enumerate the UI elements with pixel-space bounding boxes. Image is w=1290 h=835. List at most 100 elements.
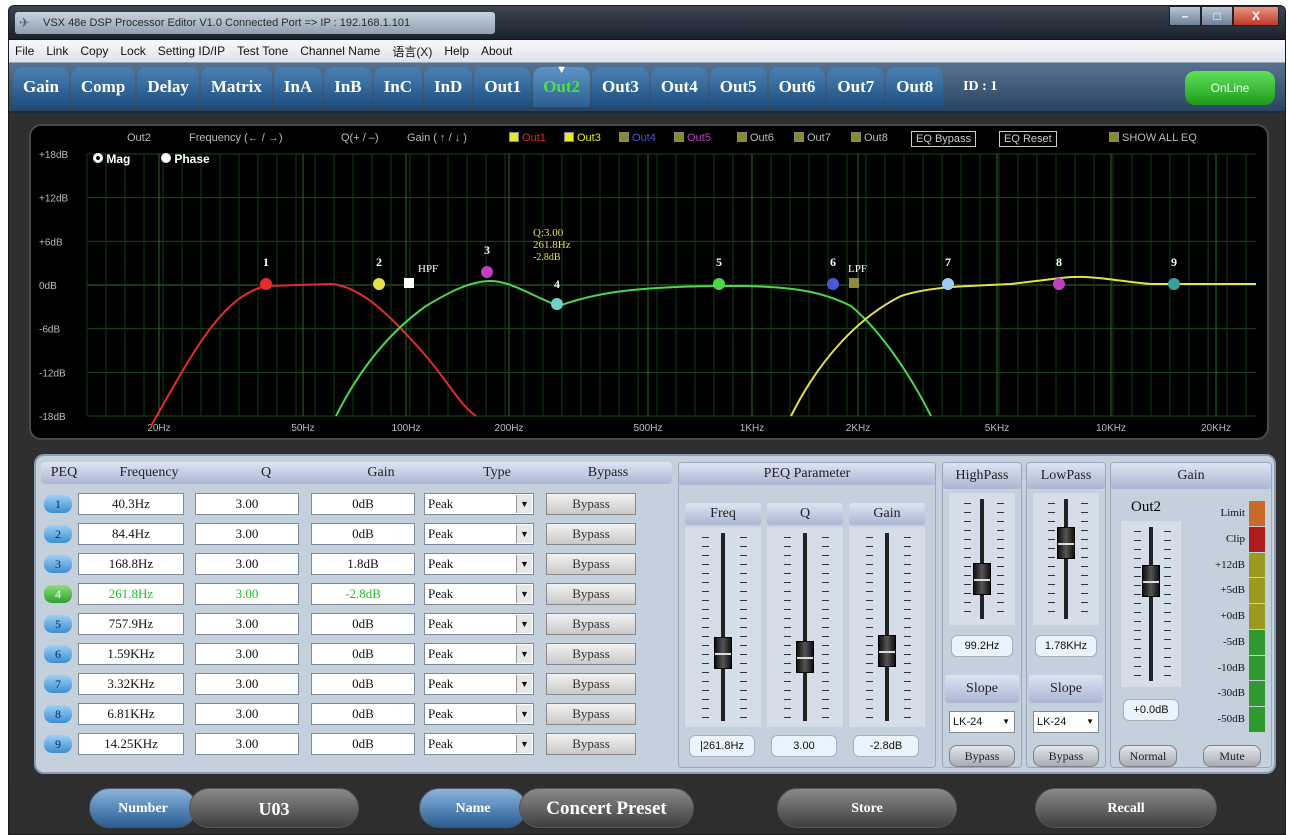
tab-out2[interactable]: ▼ Out2 bbox=[533, 64, 591, 107]
menu-help[interactable]: Help bbox=[444, 44, 469, 58]
peq-gain-field[interactable]: 0dB bbox=[311, 733, 415, 755]
tab-comp[interactable]: Comp bbox=[70, 67, 136, 107]
menu-about[interactable]: About bbox=[481, 44, 512, 58]
peq-type-select[interactable]: Peak ▼ bbox=[424, 733, 534, 755]
peq-type-select[interactable]: Peak ▼ bbox=[424, 493, 534, 515]
online-status-button[interactable]: OnLine bbox=[1185, 71, 1275, 105]
tab-out1[interactable]: Out1 bbox=[474, 67, 532, 107]
peq-frequency-field[interactable]: 757.9Hz bbox=[78, 613, 184, 635]
peq-gain-field[interactable]: 1.8dB bbox=[311, 553, 415, 575]
eq-graph-canvas[interactable]: +18dB+12dB+6dB0dB-6dB-12dB-18dB20Hz 50Hz 1… bbox=[31, 126, 1267, 438]
tab-out8[interactable]: Out8 bbox=[886, 67, 944, 107]
fader-knob[interactable] bbox=[714, 637, 732, 669]
close-button[interactable]: X bbox=[1233, 6, 1279, 26]
eq-point-4[interactable] bbox=[551, 298, 563, 310]
eq-point-3[interactable] bbox=[481, 266, 493, 278]
peq-frequency-field[interactable]: 168.8Hz bbox=[78, 553, 184, 575]
peq-band-button[interactable]: 2 bbox=[44, 525, 72, 543]
peq-bypass-button[interactable]: Bypass bbox=[546, 673, 636, 695]
recall-button[interactable]: Recall bbox=[1035, 788, 1217, 828]
tab-out4[interactable]: Out4 bbox=[650, 67, 708, 107]
menu-lock[interactable]: Lock bbox=[120, 44, 145, 58]
peq-type-select[interactable]: Peak ▼ bbox=[424, 553, 534, 575]
peq-q-field[interactable]: 3.00 bbox=[195, 733, 299, 755]
show-out8-toggle[interactable]: Out8 bbox=[851, 132, 888, 144]
peq-q-field[interactable]: 3.00 bbox=[195, 673, 299, 695]
fader-knob[interactable] bbox=[1142, 565, 1160, 597]
peq-q-field[interactable]: 3.00 bbox=[195, 493, 299, 515]
tab-inc[interactable]: InC bbox=[373, 67, 422, 107]
eq-reset-button[interactable]: EQ Reset bbox=[999, 131, 1057, 147]
highpass-slope-select[interactable]: LK-24 ▼ bbox=[949, 711, 1015, 733]
store-button[interactable]: Store bbox=[777, 788, 957, 828]
peq-frequency-field[interactable]: 14.25KHz bbox=[78, 733, 184, 755]
lowpass-fader[interactable] bbox=[1033, 493, 1099, 625]
peq-type-select[interactable]: Peak ▼ bbox=[424, 703, 534, 725]
fader-knob[interactable] bbox=[973, 563, 991, 595]
lowpass-bypass-button[interactable]: Bypass bbox=[1033, 745, 1099, 767]
peq-band-button[interactable]: 9 bbox=[44, 735, 72, 753]
lpf-marker[interactable] bbox=[849, 278, 859, 288]
peq-band-button[interactable]: 1 bbox=[44, 495, 72, 513]
peq-frequency-field[interactable]: 3.32KHz bbox=[78, 673, 184, 695]
tab-ind[interactable]: InD bbox=[423, 67, 473, 107]
eq-point-8[interactable] bbox=[1053, 278, 1065, 290]
peq-gain-field[interactable]: 0dB bbox=[311, 523, 415, 545]
peq-bypass-button[interactable]: Bypass bbox=[546, 493, 636, 515]
phase-radio[interactable]: Phase bbox=[161, 152, 210, 166]
peq-gain-field[interactable]: 0dB bbox=[311, 673, 415, 695]
highpass-bypass-button[interactable]: Bypass bbox=[949, 745, 1015, 767]
peq-band-button[interactable]: 5 bbox=[44, 615, 72, 633]
show-out6-toggle[interactable]: Out6 bbox=[737, 132, 774, 144]
q-fader[interactable] bbox=[767, 527, 843, 727]
peq-bypass-button[interactable]: Bypass bbox=[546, 703, 636, 725]
peq-gain-field[interactable]: -2.8dB bbox=[311, 583, 415, 605]
peq-frequency-field[interactable]: 6.81KHz bbox=[78, 703, 184, 725]
menu-link[interactable]: Link bbox=[46, 44, 68, 58]
menu-channel-name[interactable]: Channel Name bbox=[300, 44, 380, 58]
peq-bypass-button[interactable]: Bypass bbox=[546, 733, 636, 755]
peq-band-button[interactable]: 4 bbox=[44, 585, 72, 603]
peq-bypass-button[interactable]: Bypass bbox=[546, 643, 636, 665]
eq-point-7[interactable] bbox=[942, 278, 954, 290]
peq-band-button[interactable]: 6 bbox=[44, 645, 72, 663]
peq-band-button[interactable]: 7 bbox=[44, 675, 72, 693]
peq-frequency-field[interactable]: 261.8Hz bbox=[78, 583, 184, 605]
hpf-marker[interactable] bbox=[404, 278, 414, 288]
tab-out3[interactable]: Out3 bbox=[592, 67, 649, 107]
peq-frequency-field[interactable]: 40.3Hz bbox=[78, 493, 184, 515]
show-out5-toggle[interactable]: Out5 bbox=[674, 132, 711, 144]
fader-knob[interactable] bbox=[1057, 527, 1075, 559]
tab-ina[interactable]: InA bbox=[273, 67, 323, 107]
normal-button[interactable]: Normal bbox=[1119, 745, 1177, 767]
eq-point-9[interactable] bbox=[1168, 278, 1180, 290]
eq-point-1[interactable] bbox=[260, 278, 272, 290]
peq-q-field[interactable]: 3.00 bbox=[195, 643, 299, 665]
peq-band-button[interactable]: 8 bbox=[44, 705, 72, 723]
peq-q-field[interactable]: 3.00 bbox=[195, 553, 299, 575]
fader-knob[interactable] bbox=[878, 635, 896, 667]
peq-q-field[interactable]: 3.00 bbox=[195, 523, 299, 545]
eq-point-5[interactable] bbox=[713, 278, 725, 290]
peq-type-select[interactable]: Peak ▼ bbox=[424, 523, 534, 545]
menu-setting-id[interactable]: Setting ID/IP bbox=[158, 44, 225, 58]
tab-out7[interactable]: Out7 bbox=[827, 67, 885, 107]
maximize-button[interactable]: □ bbox=[1201, 6, 1233, 26]
tab-delay[interactable]: Delay bbox=[137, 67, 199, 107]
gain-fader[interactable] bbox=[849, 527, 925, 727]
freq-fader[interactable] bbox=[685, 527, 761, 727]
tab-out5[interactable]: Out5 bbox=[709, 67, 767, 107]
mag-radio[interactable]: Mag bbox=[93, 152, 130, 166]
peq-q-field[interactable]: 3.00 bbox=[195, 613, 299, 635]
highpass-fader[interactable] bbox=[949, 493, 1015, 625]
peq-gain-field[interactable]: 0dB bbox=[311, 703, 415, 725]
show-out7-toggle[interactable]: Out7 bbox=[794, 132, 831, 144]
preset-name[interactable]: Concert Preset bbox=[519, 788, 694, 828]
lowpass-value[interactable]: 1.78KHz bbox=[1035, 635, 1097, 657]
tab-matrix[interactable]: Matrix bbox=[200, 67, 272, 107]
fader-knob[interactable] bbox=[796, 641, 814, 673]
menu-language[interactable]: 语言(X) bbox=[392, 43, 432, 60]
preset-number[interactable]: U03 bbox=[189, 788, 359, 828]
lowpass-slope-select[interactable]: LK-24 ▼ bbox=[1033, 711, 1099, 733]
tab-gain[interactable]: Gain bbox=[13, 67, 69, 107]
